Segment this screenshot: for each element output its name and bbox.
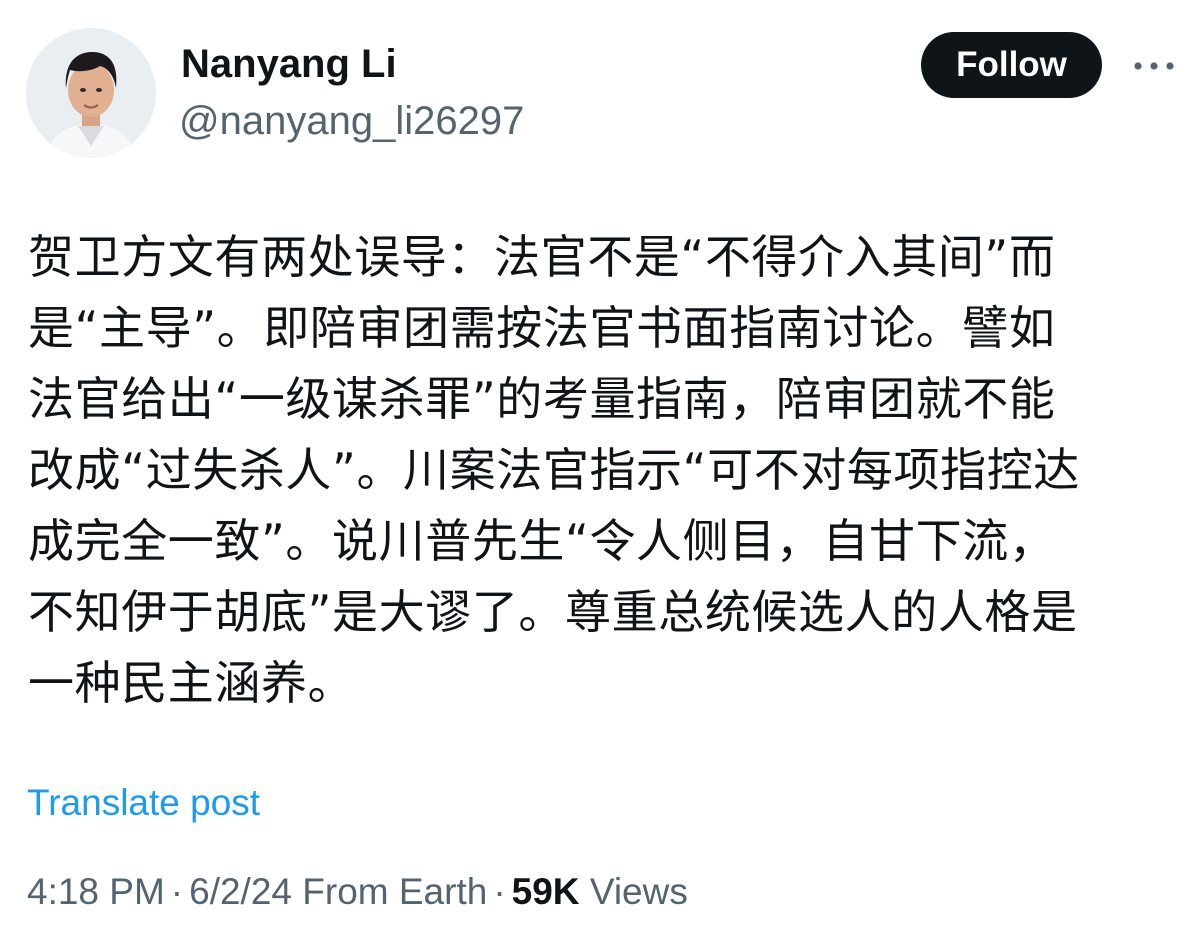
- post-source: From Earth: [302, 871, 488, 912]
- more-options-button[interactable]: [1124, 48, 1184, 84]
- post-date[interactable]: 6/2/24: [189, 871, 292, 912]
- translate-post-link[interactable]: Translate post: [27, 780, 260, 826]
- post-time[interactable]: 4:18 PM: [27, 871, 165, 912]
- follow-button[interactable]: Follow: [921, 32, 1102, 98]
- post-text: 贺卫方文有两处误导：法官不是“不得介入其间”而 是“主导”。即陪审团需按法官书面…: [28, 230, 1080, 710]
- user-avatar-photo-icon: [26, 28, 156, 158]
- views-label: Views: [589, 871, 688, 912]
- avatar[interactable]: [26, 28, 156, 158]
- meta-separator: ·: [170, 871, 184, 912]
- views-count[interactable]: 59K: [512, 871, 580, 912]
- meta-separator: ·: [493, 871, 506, 912]
- post-metadata: 4:18 PM · 6/2/24 From Earth · 59K Views: [27, 868, 688, 916]
- more-horizontal-icon: [1134, 62, 1174, 70]
- display-name[interactable]: Nanyang Li: [181, 40, 397, 88]
- user-handle[interactable]: @nanyang_li26297: [179, 97, 524, 145]
